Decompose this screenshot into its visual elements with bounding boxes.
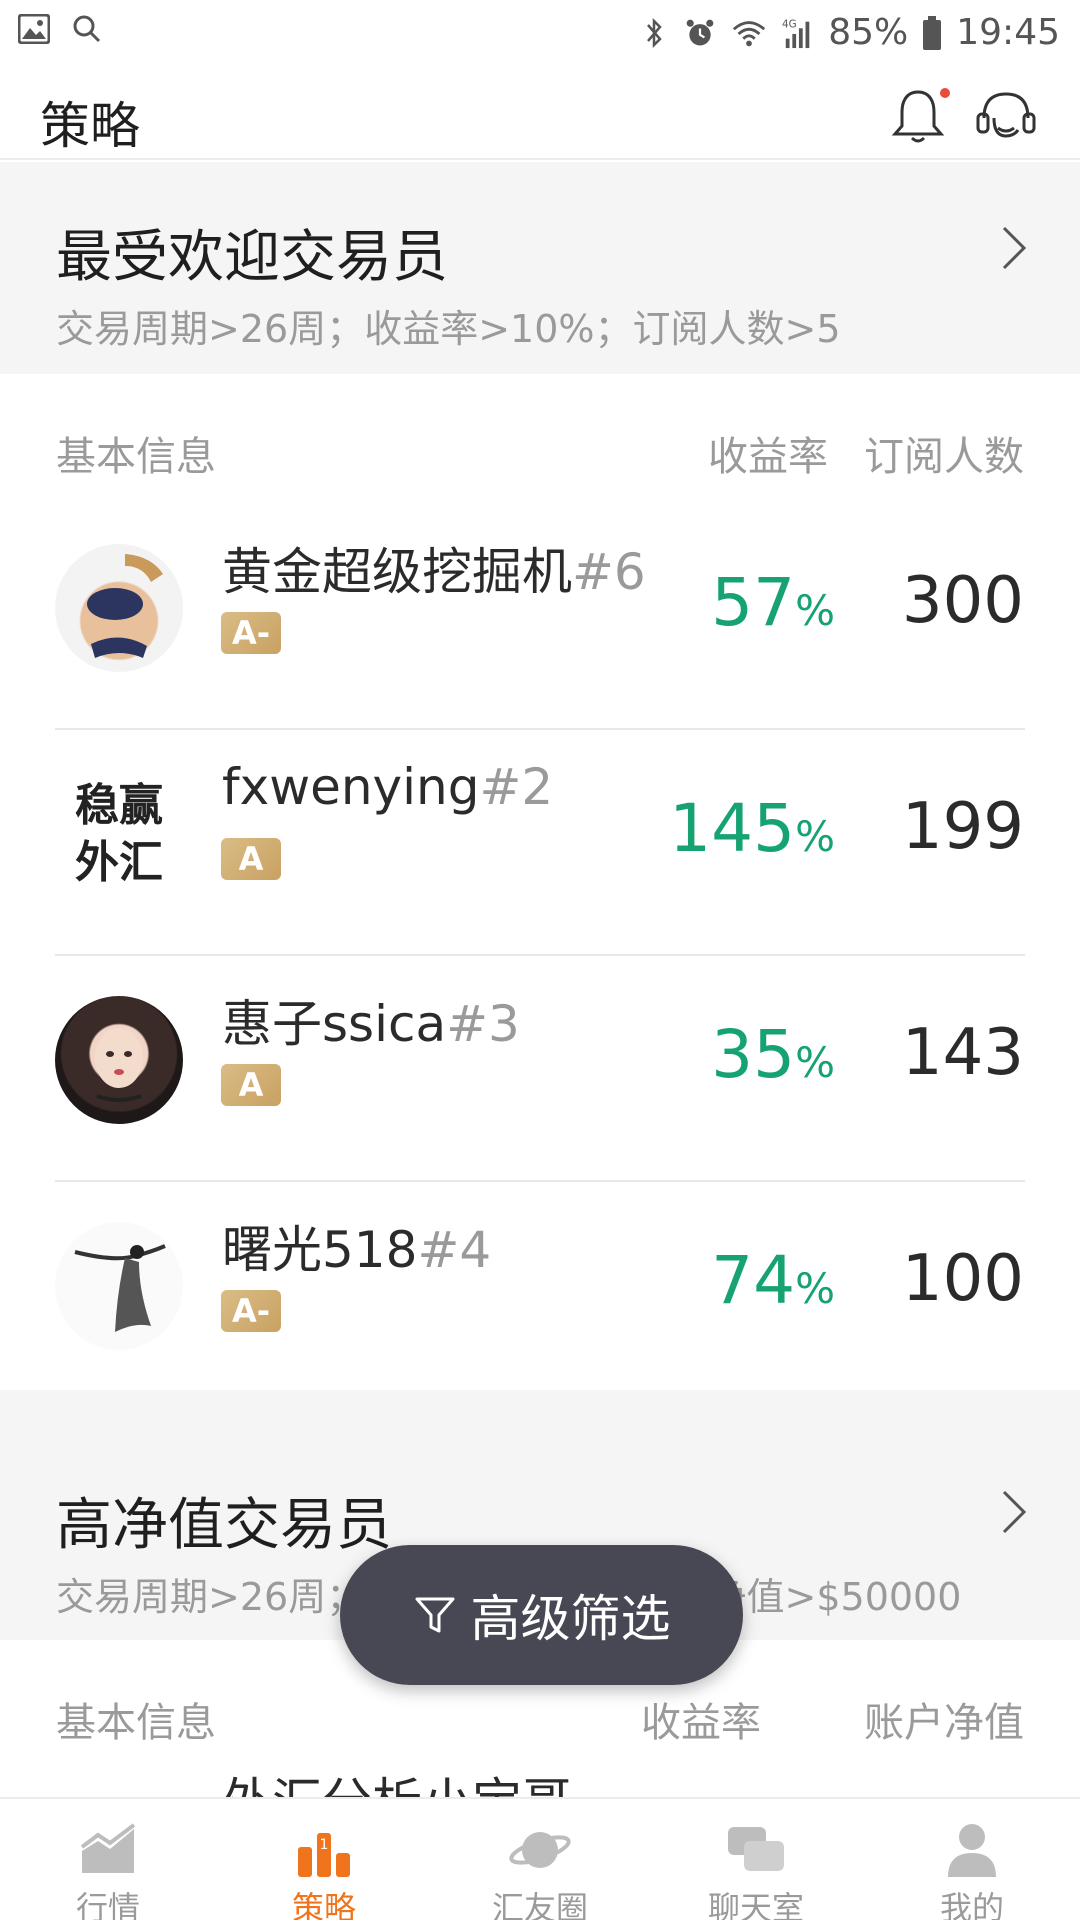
trader-rank: #2: [479, 758, 554, 816]
tab-chatroom[interactable]: 聊天室: [648, 1799, 864, 1920]
gallery-icon: [18, 14, 50, 44]
trader-row[interactable]: 稳赢 外汇 fxwenying#2 A 145% 199: [0, 730, 1080, 956]
trader-rank: #3: [446, 995, 520, 1053]
trader-rank: #6: [572, 543, 646, 601]
return-rate-value: 74: [711, 1242, 796, 1319]
trader-name-text: 黄金超级挖掘机: [222, 543, 572, 601]
high-net-more-chevron-icon[interactable]: [1000, 1488, 1030, 1536]
app-header: 策略: [0, 66, 1080, 160]
page-title: 策略: [40, 97, 140, 155]
return-rate: 145%: [669, 790, 835, 867]
planet-icon: [509, 1832, 571, 1868]
subscriber-count: 100: [901, 1242, 1024, 1316]
tab-community[interactable]: 汇友圈: [432, 1799, 648, 1920]
grade-badge: A-: [221, 1290, 281, 1332]
trader-name-text: 曙光518: [222, 1221, 418, 1279]
tab-label: 我的: [939, 1889, 1004, 1920]
column-return-rate: 收益率: [708, 434, 828, 480]
battery-icon: [923, 15, 942, 50]
column-return-rate: 收益率: [641, 1700, 761, 1746]
avatar-text-line: 稳赢: [75, 779, 163, 831]
customer-service-button[interactable]: [974, 88, 1038, 146]
market-chart-icon: [80, 1823, 136, 1873]
subscriber-count: 300: [901, 564, 1024, 638]
return-rate: 57%: [711, 564, 835, 641]
column-basic-info: 基本信息: [56, 434, 216, 480]
chat-bubbles-icon: [728, 1827, 784, 1871]
tab-label: 汇友圈: [491, 1889, 588, 1920]
headset-icon: [976, 92, 1036, 138]
percent-sign: %: [795, 812, 835, 861]
trader-avatar: 稳赢 外汇: [55, 770, 183, 898]
column-account-equity: 账户净值: [864, 1700, 1024, 1746]
clock: 19:45: [956, 12, 1060, 53]
trader-row[interactable]: 惠子ssica#3 A 35% 143: [0, 956, 1080, 1182]
tab-market[interactable]: 行情: [0, 1799, 216, 1920]
notification-dot: [940, 88, 950, 98]
network-type-label: 4G: [782, 18, 797, 30]
bluetooth-icon: [647, 17, 662, 48]
trader-name: 惠子ssica#3: [222, 984, 520, 1056]
person-icon: [948, 1824, 996, 1877]
section-title: 高净值交易员: [56, 1493, 392, 1558]
return-rate-value: 35: [711, 1016, 796, 1093]
column-subscribers: 订阅人数: [864, 434, 1024, 480]
trader-name: 曙光518#4: [222, 1210, 491, 1282]
bell-icon: [891, 90, 945, 143]
column-basic-info: 基本信息: [56, 1700, 216, 1746]
advanced-filter-label: 高级筛选: [470, 1590, 671, 1648]
subscriber-count: 199: [901, 790, 1024, 864]
return-rate: 74%: [711, 1242, 835, 1319]
popular-more-chevron-icon[interactable]: [1000, 224, 1030, 272]
return-rate: 35%: [711, 1016, 835, 1093]
return-rate-value: 57: [711, 564, 796, 641]
trader-avatar: [55, 544, 183, 672]
trader-row[interactable]: 黄金超级挖掘机#6 A- 57% 300: [0, 504, 1080, 730]
battery-percent: 85%: [828, 12, 909, 53]
trader-row[interactable]: 曙光518#4 A- 74% 100: [0, 1182, 1080, 1408]
advanced-filter-button[interactable]: 高级筛选: [340, 1545, 743, 1685]
bottom-navigation: 行情 1 策略 汇友圈 聊天室 我的: [0, 1797, 1080, 1920]
percent-sign: %: [795, 586, 835, 635]
percent-sign: %: [795, 1038, 835, 1087]
subscriber-count: 143: [901, 1016, 1024, 1090]
notification-bell-button[interactable]: [890, 86, 950, 146]
trader-name: fxwenying#2: [222, 758, 553, 816]
tab-label: 策略: [291, 1889, 356, 1920]
return-rate-value: 145: [669, 790, 796, 867]
funnel-icon: [415, 1597, 454, 1633]
svg-text:1: 1: [320, 1837, 329, 1853]
tab-label: 行情: [75, 1889, 140, 1920]
signal-icon: 4G: [782, 18, 810, 48]
trader-avatar: [55, 1222, 183, 1350]
trader-avatar: [55, 996, 183, 1124]
grade-badge: A-: [221, 612, 281, 654]
tab-label: 聊天室: [707, 1889, 804, 1920]
popular-column-headers: 基本信息 收益率 订阅人数: [0, 374, 1080, 504]
section-criteria: 交易周期>26周；收益率>10%；订阅人数>5: [56, 307, 841, 351]
popular-traders-section-header[interactable]: 最受欢迎交易员 交易周期>26周；收益率>10%；订阅人数>5: [0, 162, 1080, 374]
grade-badge: A: [221, 838, 281, 880]
search-icon: [73, 15, 101, 43]
status-bar: 4G 85% 19:45: [0, 0, 1080, 66]
wifi-icon: [733, 20, 766, 46]
trader-name-text: fxwenying: [222, 758, 480, 816]
trader-name-text: 惠子ssica: [222, 995, 447, 1053]
grade-badge: A: [221, 1064, 281, 1106]
alarm-icon: [686, 19, 714, 45]
trader-name: 黄金超级挖掘机#6: [222, 532, 646, 604]
tab-strategy[interactable]: 1 策略: [216, 1799, 432, 1920]
podium-icon: 1: [298, 1833, 350, 1877]
avatar-text-line: 外汇: [75, 837, 163, 888]
percent-sign: %: [795, 1264, 835, 1313]
trader-rank: #4: [417, 1221, 492, 1279]
tab-profile[interactable]: 我的: [864, 1799, 1080, 1920]
section-title: 最受欢迎交易员: [56, 225, 448, 290]
